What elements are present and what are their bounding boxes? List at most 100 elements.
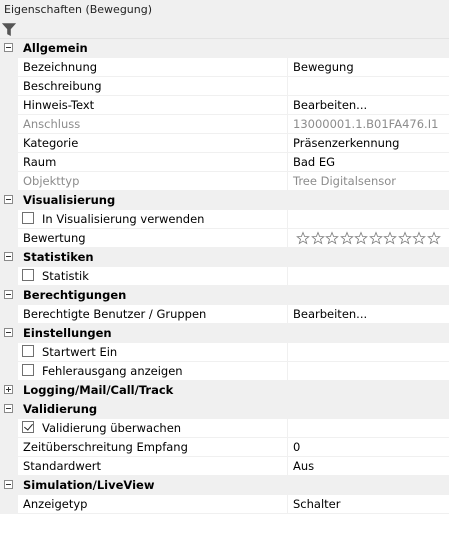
property-row-statistik[interactable]: Statistik (0, 267, 449, 286)
expand-icon[interactable] (4, 385, 13, 394)
checkbox[interactable] (22, 212, 34, 224)
star-icon[interactable] (354, 231, 369, 245)
category-berechtigungen[interactable]: Berechtigungen (0, 286, 449, 305)
property-label: Berechtigte Benutzer / Gruppen (23, 307, 207, 321)
toolbar (0, 20, 449, 39)
rating-stars[interactable] (296, 231, 441, 245)
edit-link[interactable]: Bearbeiten... (287, 305, 449, 323)
row-gutter (0, 419, 18, 438)
property-row-bezeichnung[interactable]: Bezeichnung Bewegung (0, 58, 449, 77)
property-label: Raum (23, 155, 57, 169)
property-row-objekttyp: Objekttyp Tree Digitalsensor (0, 172, 449, 191)
property-value[interactable]: Präsenzerkennung (287, 134, 449, 152)
category-validierung[interactable]: Validierung (0, 400, 449, 419)
property-value[interactable]: Aus (287, 457, 449, 475)
property-label: Fehlerausgang anzeigen (42, 364, 183, 378)
property-row-raum[interactable]: Raum Bad EG (0, 153, 449, 172)
category-einstellungen[interactable]: Einstellungen (0, 324, 449, 343)
property-row-in-visualisierung[interactable]: In Visualisierung verwenden (0, 210, 449, 229)
category-label: Logging/Mail/Call/Track (23, 383, 174, 397)
property-value: Tree Digitalsensor (287, 172, 449, 190)
star-icon[interactable] (325, 231, 340, 245)
row-gutter (0, 115, 18, 134)
property-row-startwert[interactable]: Startwert Ein (0, 343, 449, 362)
collapse-icon[interactable] (4, 480, 13, 489)
property-label: Statistik (42, 269, 89, 283)
checkbox-checked[interactable] (22, 421, 34, 433)
star-icon[interactable] (339, 231, 355, 245)
row-gutter (0, 229, 18, 248)
collapse-icon[interactable] (4, 328, 13, 337)
collapse-icon[interactable] (4, 252, 13, 261)
filter-icon[interactable] (2, 23, 16, 36)
collapse-icon[interactable] (4, 195, 13, 204)
property-row-berechtigte-benutzer[interactable]: Berechtigte Benutzer / Gruppen Bearbeite… (0, 305, 449, 324)
row-gutter (0, 495, 18, 514)
category-label: Validierung (23, 402, 98, 416)
star-icon[interactable] (383, 231, 398, 245)
property-value[interactable]: Bad EG (287, 153, 449, 171)
category-simulation[interactable]: Simulation/LiveView (0, 476, 449, 495)
property-row-bewertung[interactable]: Bewertung (0, 229, 449, 248)
property-row-fehlerausgang[interactable]: Fehlerausgang anzeigen (0, 362, 449, 381)
property-label: Standardwert (23, 459, 102, 473)
row-gutter (0, 134, 18, 153)
property-value (287, 419, 449, 437)
property-row-anzeigetyp[interactable]: Anzeigetyp Schalter (0, 495, 449, 514)
edit-link[interactable]: Bearbeiten... (287, 96, 449, 114)
row-gutter (0, 438, 18, 457)
category-label: Einstellungen (23, 326, 112, 340)
property-row-standardwert[interactable]: Standardwert Aus (0, 457, 449, 476)
property-value[interactable]: 0 (287, 438, 449, 456)
row-gutter (0, 172, 18, 191)
property-row-anschluss: Anschluss 13000001.1.B01FA476.I1 (0, 115, 449, 134)
property-label: Anzeigetyp (23, 497, 88, 511)
category-logging[interactable]: Logging/Mail/Call/Track (0, 381, 449, 400)
row-gutter (0, 96, 18, 115)
checkbox[interactable] (22, 345, 34, 357)
row-gutter (0, 77, 18, 96)
property-row-kategorie[interactable]: Kategorie Präsenzerkennung (0, 134, 449, 153)
category-visualisierung[interactable]: Visualisierung (0, 191, 449, 210)
category-label: Simulation/LiveView (23, 478, 155, 492)
row-gutter (0, 153, 18, 172)
row-gutter (0, 343, 18, 362)
property-label: In Visualisierung verwenden (42, 212, 205, 226)
checkbox[interactable] (22, 364, 34, 376)
property-label: Zeitüberschreitung Empfang (23, 440, 188, 454)
property-label: Kategorie (23, 136, 79, 150)
category-label: Allgemein (23, 41, 88, 55)
property-label: Bezeichnung (23, 60, 98, 74)
row-gutter (0, 305, 18, 324)
category-allgemein[interactable]: Allgemein (0, 39, 449, 58)
star-icon[interactable] (296, 231, 311, 245)
row-gutter (0, 210, 18, 229)
collapse-icon[interactable] (4, 43, 13, 52)
collapse-icon[interactable] (4, 404, 13, 413)
property-value[interactable] (287, 77, 449, 95)
property-label: Anschluss (23, 117, 81, 131)
star-icon[interactable] (412, 231, 427, 245)
property-row-beschreibung[interactable]: Beschreibung (0, 77, 449, 96)
star-icon[interactable] (426, 231, 442, 245)
row-gutter (0, 267, 18, 286)
row-gutter (0, 457, 18, 476)
property-label: Hinweis-Text (23, 98, 95, 112)
collapse-icon[interactable] (4, 290, 13, 299)
property-row-hinweis-text[interactable]: Hinweis-Text Bearbeiten... (0, 96, 449, 115)
category-statistiken[interactable]: Statistiken (0, 248, 449, 267)
checkbox[interactable] (22, 269, 34, 281)
star-icon[interactable] (310, 231, 326, 245)
property-row-validierung-ueberwachen[interactable]: Validierung überwachen (0, 419, 449, 438)
property-row-zeitueberschreitung[interactable]: Zeitüberschreitung Empfang 0 (0, 438, 449, 457)
property-grid: Allgemein Bezeichnung Bewegung Beschreib… (0, 39, 449, 514)
row-gutter (0, 58, 18, 77)
property-value[interactable]: Schalter (287, 495, 449, 513)
property-value (287, 362, 449, 380)
star-icon[interactable] (397, 231, 413, 245)
property-value[interactable]: Bewegung (287, 58, 449, 76)
property-label: Objekttyp (23, 174, 80, 188)
property-label: Beschreibung (23, 79, 102, 93)
category-label: Visualisierung (23, 193, 116, 207)
star-icon[interactable] (368, 231, 384, 245)
